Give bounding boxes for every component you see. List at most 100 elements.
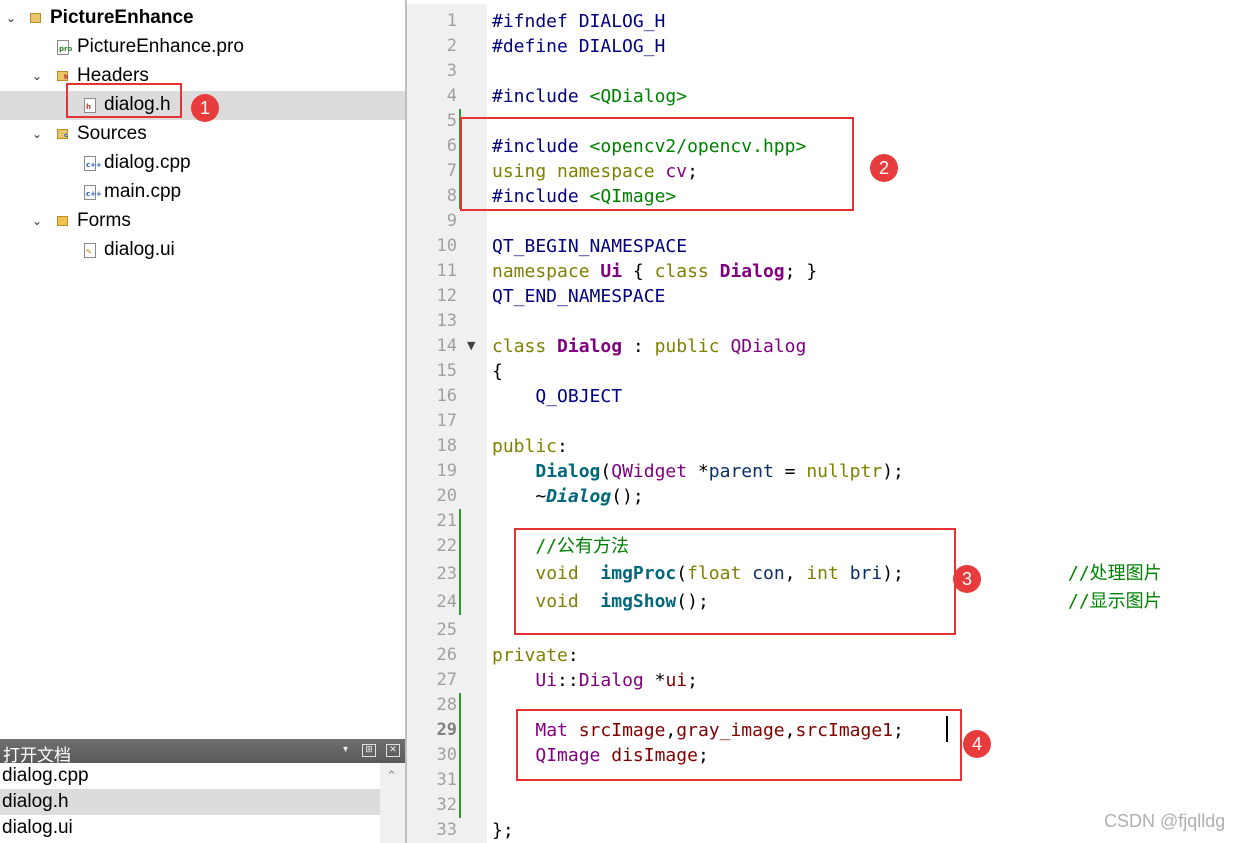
line-number: 33 xyxy=(436,820,457,840)
line-number: 9 xyxy=(446,211,457,231)
code-token: ( xyxy=(600,461,612,482)
line-number: 5 xyxy=(446,111,457,131)
code-line: #ifndef DIALOG_H xyxy=(492,9,665,34)
line-number: 28 xyxy=(436,695,457,715)
sources-label: Sources xyxy=(77,123,147,144)
code-token: QT_BEGIN_NAMESPACE xyxy=(492,236,688,257)
folder-icon: c xyxy=(57,126,71,142)
annotation-box-1 xyxy=(66,83,182,118)
tree-item-headers[interactable]: ⌄ h Headers xyxy=(0,62,405,91)
code-line: QT_END_NAMESPACE xyxy=(492,284,665,309)
code-line: public: xyxy=(492,434,568,459)
folder-icon xyxy=(57,213,71,229)
tree-item-pro-file[interactable]: pro PictureEnhance.pro xyxy=(0,33,405,62)
line-number: 22 xyxy=(436,536,457,556)
open-doc-item[interactable]: dialog.h xyxy=(0,789,380,815)
code-token: * xyxy=(687,461,709,482)
code-token: Ui xyxy=(535,670,558,691)
line-number: 30 xyxy=(436,745,457,765)
line-number: 23 xyxy=(436,564,457,584)
forms-label: Forms xyxy=(77,210,131,231)
line-number: 31 xyxy=(436,770,457,790)
folder-icon: h xyxy=(57,68,71,84)
code-token: QWidget xyxy=(611,461,688,482)
code-token: class xyxy=(654,261,720,282)
code-token: #define DIALOG_H xyxy=(492,36,666,57)
code-token: public xyxy=(654,336,731,357)
code-token: = xyxy=(773,461,807,482)
dropdown-arrow-icon[interactable]: ▾ xyxy=(343,744,348,755)
dialog-ui-label: dialog.ui xyxy=(104,239,175,260)
tree-item-sources[interactable]: ⌄ c Sources xyxy=(0,120,405,149)
code-token: #ifndef DIALOG_H xyxy=(492,11,666,32)
open-doc-item[interactable]: dialog.ui xyxy=(0,815,380,841)
open-doc-item[interactable]: dialog.cpp xyxy=(0,763,380,789)
scroll-up-icon[interactable]: ⌃ xyxy=(386,769,397,784)
main-cpp-label: main.cpp xyxy=(104,181,182,202)
code-token: : xyxy=(557,436,568,457)
code-token: namespace xyxy=(492,261,601,282)
project-name: PictureEnhance xyxy=(50,7,194,28)
line-number: 11 xyxy=(436,261,457,281)
code-line: Ui::Dialog *ui; xyxy=(492,668,698,693)
project-icon xyxy=(30,10,44,26)
code-line: private: xyxy=(492,643,579,668)
code-token: #include xyxy=(492,86,590,107)
open-documents-header: 打开文档 ▾ ⊞ ✕ xyxy=(0,739,405,766)
chevron-down-icon[interactable]: ⌄ xyxy=(30,69,44,83)
code-line: ~Dialog(); xyxy=(492,484,644,509)
line-number: 2 xyxy=(446,36,457,56)
code-token: : xyxy=(567,645,579,666)
pro-file-icon: pro xyxy=(57,40,72,56)
code-line: { xyxy=(492,359,503,384)
line-number: 6 xyxy=(446,136,457,156)
cpp-file-icon: c++ xyxy=(84,185,102,201)
code-token: Dialog xyxy=(719,261,785,282)
line-number: 32 xyxy=(436,795,457,815)
tree-item-project[interactable]: ⌄ PictureEnhance xyxy=(0,4,405,33)
line-number: 18 xyxy=(436,436,457,456)
fold-marker-icon[interactable]: ▼ xyxy=(467,339,475,352)
line-number: 3 xyxy=(446,61,457,81)
chevron-down-icon[interactable]: ⌄ xyxy=(30,214,44,228)
tree-item-dialog-cpp[interactable]: c++ dialog.cpp xyxy=(0,149,405,178)
code-token: Q_OBJECT xyxy=(492,386,623,407)
code-line: }; xyxy=(492,818,514,843)
line-number: 20 xyxy=(436,486,457,506)
ui-file-icon: ✎ xyxy=(84,243,98,259)
close-icon[interactable]: ✕ xyxy=(386,744,400,757)
line-number: 25 xyxy=(436,620,457,640)
chevron-down-icon[interactable]: ⌄ xyxy=(30,127,44,141)
line-number: 21 xyxy=(436,511,457,531)
line-number: 19 xyxy=(436,461,457,481)
annotation-badge-3: 3 xyxy=(953,565,981,593)
project-pane: ⌄ PictureEnhance pro PictureEnhance.pro … xyxy=(0,0,405,843)
tree-item-forms[interactable]: ⌄ Forms xyxy=(0,207,405,236)
annotation-box-2 xyxy=(460,117,854,211)
code-token: QDialog xyxy=(730,336,807,357)
tree-item-dialog-ui[interactable]: ✎ dialog.ui xyxy=(0,236,405,265)
line-number: 14 xyxy=(436,336,457,356)
change-bar xyxy=(459,509,461,615)
dialog-cpp-label: dialog.cpp xyxy=(104,152,191,173)
code-token: <QDialog> xyxy=(589,86,688,107)
tree-item-main-cpp[interactable]: c++ main.cpp xyxy=(0,178,405,207)
open-documents-list: dialog.cpp dialog.h dialog.ui xyxy=(0,763,380,843)
pro-file-label: PictureEnhance.pro xyxy=(77,36,244,57)
code-token: parent xyxy=(708,461,774,482)
code-token: ; xyxy=(687,670,698,691)
code-line: namespace Ui { class Dialog; } xyxy=(492,259,817,284)
code-line: #define DIALOG_H xyxy=(492,34,665,59)
code-token: public xyxy=(492,436,558,457)
code-token: QT_END_NAMESPACE xyxy=(492,286,666,307)
code-token: :: xyxy=(557,670,579,691)
scrollbar[interactable]: ⌃ xyxy=(380,763,405,843)
code-token: ); xyxy=(882,461,904,482)
split-icon[interactable]: ⊞ xyxy=(362,744,376,757)
annotation-box-4 xyxy=(516,709,962,781)
cpp-file-icon: c++ xyxy=(84,156,102,172)
code-token: (); xyxy=(611,486,644,507)
chevron-down-icon[interactable]: ⌄ xyxy=(4,11,18,25)
